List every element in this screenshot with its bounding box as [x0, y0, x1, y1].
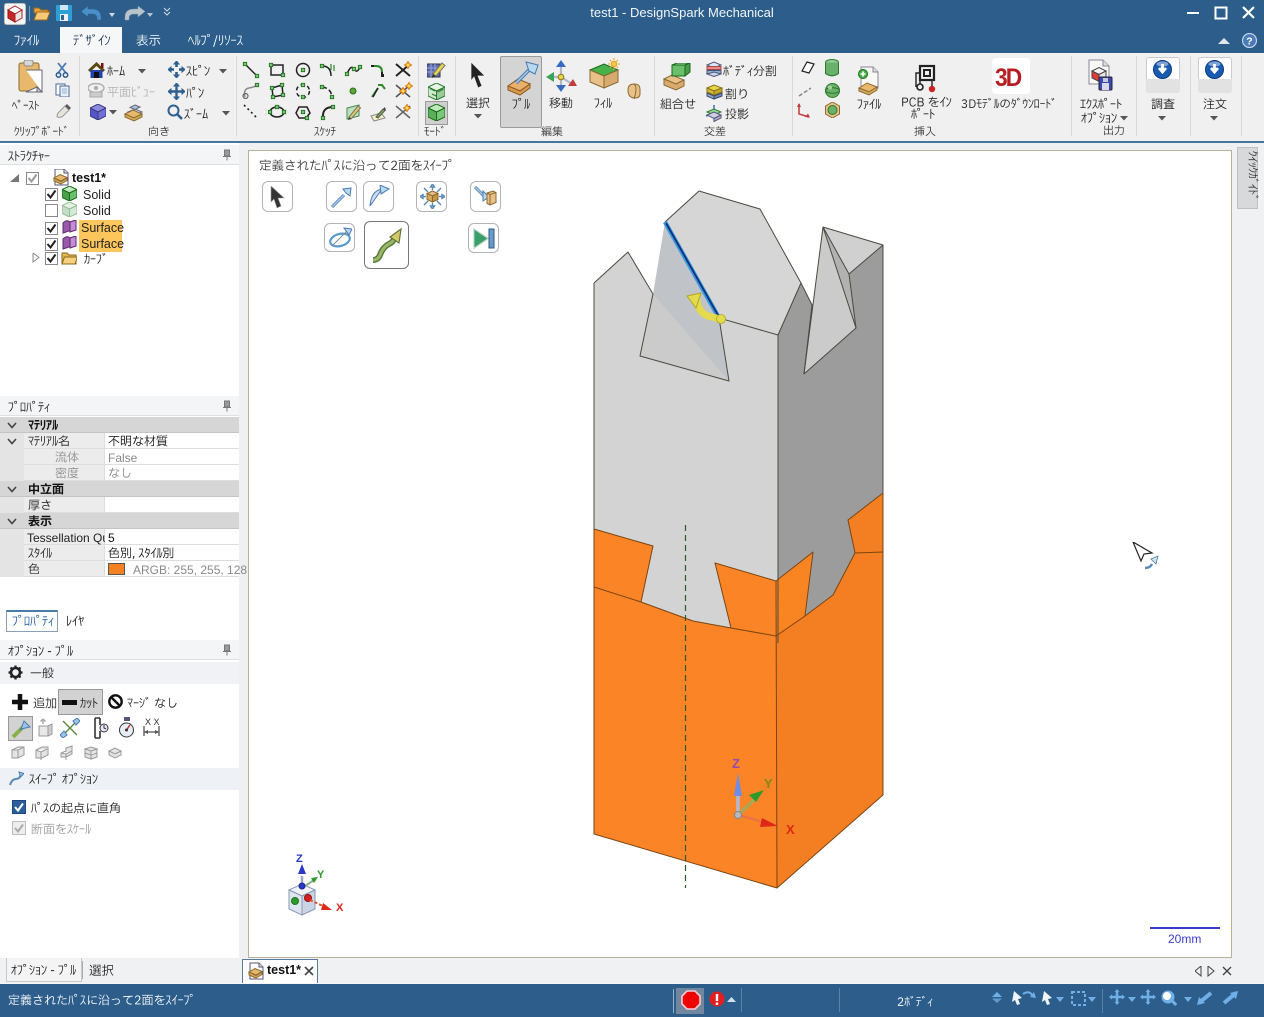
svg-text:X: X [336, 902, 344, 914]
svg-text:?: ? [1246, 36, 1252, 48]
svg-text:Y: Y [317, 869, 325, 881]
svg-text:Z: Z [296, 853, 303, 865]
svg-text:X: X [786, 822, 795, 837]
svg-text:X X: X X [145, 717, 160, 727]
svg-text:3D: 3D [995, 64, 1022, 89]
svg-text:Z: Z [732, 756, 740, 771]
svg-text:Y: Y [764, 776, 773, 791]
